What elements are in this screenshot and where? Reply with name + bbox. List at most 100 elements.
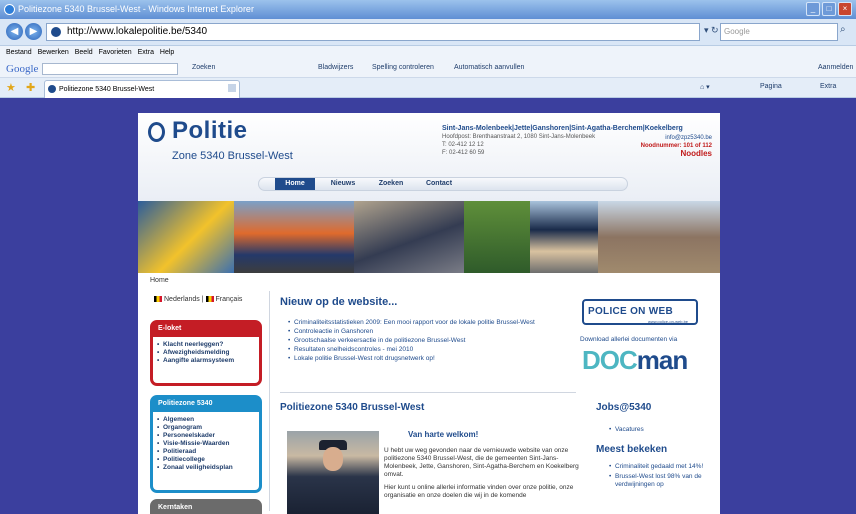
maximize-icon[interactable]: □ [822, 2, 836, 16]
header-photo-banner [138, 201, 720, 273]
extra-menu[interactable]: Extra [820, 83, 836, 90]
kerntaken-box: Kerntaken [150, 499, 262, 514]
zone-link-visie[interactable]: Visie-Missie-Waarden [157, 440, 255, 448]
google-toolbar: Google Zoeken Bladwijzers Spelling contr… [0, 60, 856, 78]
minimize-icon[interactable]: _ [806, 2, 820, 16]
eloket-link-alarm[interactable]: Aangifte alarmsysteem [157, 357, 255, 365]
header-fax: F: 02-412 60 59 [442, 150, 485, 156]
menu-bestand[interactable]: Bestand [6, 49, 32, 56]
photo-basilica [598, 201, 720, 273]
breadcrumb[interactable]: Home [150, 277, 169, 284]
eloket-box: E-loket Klacht neerleggen? Afwezigheidsm… [150, 320, 262, 386]
address-bar: ◀ ▶ http://www.lokalepolitie.be/5340 ▾ ↻… [0, 19, 856, 46]
zone-link-algemeen[interactable]: Algemeen [157, 416, 255, 424]
jobs-title: Jobs@5340 [596, 402, 652, 413]
politiezone-box: Politiezone 5340 Algemeen Organogram Per… [150, 395, 262, 493]
zone-link-veiligheidsplan[interactable]: Zonaal veiligheidsplan [157, 464, 255, 472]
zone-link-politiecollege[interactable]: Politiecollege [157, 456, 255, 464]
header-contact: Sint-Jans-Molenbeek|Jette|Ganshoren|Sint… [442, 124, 712, 158]
jobs-link-vacatures[interactable]: Vacatures [609, 426, 714, 434]
zone-link-politieraad[interactable]: Politieraad [157, 448, 255, 456]
back-button[interactable]: ◀ [6, 23, 23, 40]
news-item[interactable]: Controleactie in Ganshoren [288, 328, 554, 336]
search-icon[interactable]: ⌕ [840, 24, 846, 35]
most-viewed-item[interactable]: Criminaliteit gedaald met 14%! [609, 463, 714, 471]
docman-logo[interactable]: DOCman [582, 345, 688, 376]
google-autofill-button[interactable]: Automatisch aanvullen [454, 64, 524, 71]
window-titlebar: Politiezone 5340 Brussel-West - Windows … [0, 0, 856, 19]
kerntaken-title: Kerntaken [153, 502, 259, 514]
menu-extra[interactable]: Extra [138, 49, 154, 56]
most-viewed-title: Meest bekeken [596, 444, 668, 455]
site-logo-title[interactable]: Politie [172, 117, 248, 145]
docman-intro: Download allerlei documenten via [580, 336, 678, 343]
browser-search-input[interactable]: Google [720, 23, 838, 41]
ie-icon [4, 4, 15, 15]
window-title: Politiezone 5340 Brussel-West - Windows … [18, 4, 254, 14]
menu-help[interactable]: Help [160, 49, 174, 56]
news-item[interactable]: Resultaten snelheidscontroles - mei 2010 [288, 346, 554, 354]
photo-bike-patrol [234, 201, 354, 273]
chief-portrait-photo [287, 431, 379, 514]
website: Politie Zone 5340 Brussel-West Sint-Jans… [138, 113, 720, 514]
language-switcher: Nederlands | Français [154, 296, 242, 303]
belgian-flag-icon [205, 296, 214, 302]
eloket-link-afwezigheid[interactable]: Afwezigheidsmelding [157, 349, 255, 357]
news-item[interactable]: Grootschaalse verkeersactie in de politi… [288, 337, 554, 345]
google-zoeken-button[interactable]: Zoeken [192, 64, 215, 71]
add-favorite-icon[interactable]: ✚ [26, 81, 35, 94]
site-header: Politie Zone 5340 Brussel-West Sint-Jans… [138, 113, 720, 201]
news-list: Criminaliteitsstatistieken 2009: Een moo… [288, 319, 554, 364]
tab-page-icon [48, 85, 56, 93]
portrait-face [323, 447, 343, 471]
menu-bewerken[interactable]: Bewerken [38, 49, 69, 56]
welcome-paragraph: Hier kunt u online allerlei informatie v… [384, 484, 574, 499]
forward-button[interactable]: ▶ [25, 23, 42, 40]
favorites-star-icon[interactable]: ★ [6, 81, 16, 94]
news-title: Nieuw op de website... [280, 296, 398, 308]
nav-contact[interactable]: Contact [417, 178, 461, 190]
window-controls: _ □ × [806, 2, 852, 16]
most-viewed-item[interactable]: Brussel-West lost 98% van de verdwijning… [609, 473, 714, 489]
welcome-paragraph: U hebt uw weg gevonden naar de vernieuwd… [384, 447, 579, 478]
google-spelling-button[interactable]: Spelling controleren [372, 64, 434, 71]
welcome-title: Van harte welkom! [408, 430, 479, 439]
zone-link-organogram[interactable]: Organogram [157, 424, 255, 432]
zone-section-title: Politiezone 5340 Brussel-West [280, 402, 425, 413]
nav-zoeken[interactable]: Zoeken [369, 178, 413, 190]
eloket-link-klacht[interactable]: Klacht neerleggen? [157, 341, 255, 349]
browser-tab[interactable]: Politiezone 5340 Brussel-West [44, 80, 240, 98]
close-icon[interactable]: × [838, 2, 852, 16]
news-item[interactable]: Lokale politie Brussel-West rolt drugsne… [288, 355, 554, 363]
lang-fr-link[interactable]: Français [216, 296, 243, 303]
politiezone-box-title: Politiezone 5340 [153, 398, 259, 412]
home-icon[interactable]: ⌂ ▾ [700, 83, 710, 91]
menu-beeld[interactable]: Beeld [75, 49, 93, 56]
google-bladwijzers-button[interactable]: Bladwijzers [318, 64, 353, 71]
page-menu[interactable]: Pagina [760, 83, 782, 90]
google-search-input[interactable] [42, 63, 178, 75]
column-divider [269, 291, 270, 511]
most-viewed-list: Criminaliteit gedaald met 14%! Brussel-W… [609, 463, 714, 491]
new-tab-button[interactable] [228, 84, 236, 92]
lang-nl-link[interactable]: Nederlands [164, 296, 200, 303]
google-logo: Google [6, 63, 39, 75]
police-on-web-url: www.police-on-web.be [648, 319, 689, 324]
menu-bar: Bestand Bewerken Beeld Favorieten Extra … [0, 46, 856, 60]
url-input[interactable]: http://www.lokalepolitie.be/5340 [46, 23, 700, 41]
nav-home[interactable]: Home [275, 178, 315, 190]
google-signin-link[interactable]: Aanmelden [818, 64, 853, 71]
page-icon [51, 27, 61, 37]
zone-link-personeelskader[interactable]: Personeelskader [157, 432, 255, 440]
photo-park [464, 201, 530, 273]
main-nav: Home Nieuws Zoeken Contact [258, 177, 628, 191]
news-item[interactable]: Criminaliteitsstatistieken 2009: Een moo… [288, 319, 554, 327]
section-divider [280, 392, 576, 393]
nav-nieuws[interactable]: Nieuws [321, 178, 365, 190]
eloket-title: E-loket [153, 323, 259, 337]
photo-officers [354, 201, 464, 273]
menu-favorieten[interactable]: Favorieten [99, 49, 132, 56]
header-emergency-link[interactable]: Noodles [680, 150, 712, 158]
header-email-link[interactable]: info@zpz5340.be [665, 134, 712, 142]
favorites-bar: ★ ✚ Politiezone 5340 Brussel-West ⌂ ▾ Pa… [0, 78, 856, 98]
